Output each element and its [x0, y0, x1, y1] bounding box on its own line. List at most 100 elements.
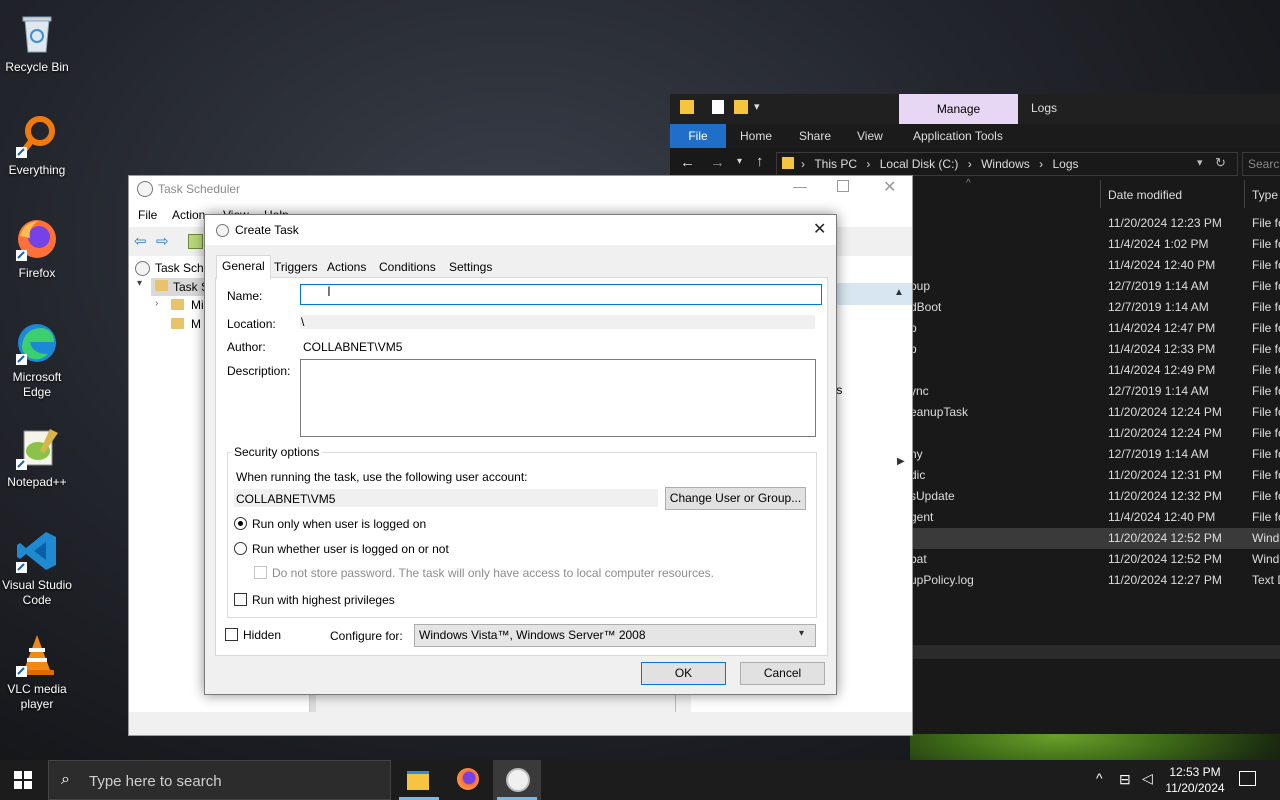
quick-access-dropdown-icon[interactable]: ▾: [754, 100, 760, 113]
hidden-label[interactable]: Hidden: [243, 628, 281, 642]
menu-application-tools[interactable]: Application Tools: [913, 125, 1003, 147]
minimize-button[interactable]: —: [793, 178, 807, 194]
file-type: File fo: [1252, 447, 1280, 461]
menu-view[interactable]: View: [857, 125, 883, 147]
show-hidden-icons-icon[interactable]: ^: [1096, 770, 1103, 786]
volume-icon[interactable]: ◁: [1142, 770, 1153, 787]
up-arrow-icon[interactable]: ↑: [756, 153, 764, 170]
close-button[interactable]: ✕: [883, 177, 896, 197]
radio-logged-on-label[interactable]: Run only when user is logged on: [252, 517, 426, 531]
recycle-bin-icon: [14, 10, 60, 56]
back-arrow-icon[interactable]: ⇦: [134, 232, 147, 250]
tree-item-root[interactable]: Task Sche: [155, 261, 210, 275]
tree-item-sub2[interactable]: M: [191, 317, 201, 331]
desktop-icon-vscode[interactable]: Visual Studio Code: [2, 528, 72, 608]
column-type[interactable]: Type: [1252, 188, 1278, 202]
address-bar[interactable]: › This PC › Local Disk (C:) › Windows › …: [776, 152, 1238, 176]
recent-dropdown-icon[interactable]: ▾: [737, 156, 742, 167]
desktop-icon-recycle-bin[interactable]: Recycle Bin: [2, 10, 72, 75]
tab-actions[interactable]: Actions: [322, 257, 371, 278]
cancel-button[interactable]: Cancel: [740, 662, 825, 685]
collapse-up-icon[interactable]: ▲: [894, 287, 904, 298]
file-type: File fo: [1252, 468, 1280, 482]
breadcrumb-item[interactable]: Windows: [981, 157, 1030, 171]
column-date-modified[interactable]: Date modified: [1108, 188, 1182, 202]
no-store-password-checkbox[interactable]: [254, 566, 267, 579]
start-button[interactable]: [14, 771, 32, 792]
taskbar-firefox[interactable]: [445, 760, 493, 800]
close-button[interactable]: ✕: [813, 219, 826, 239]
pane-splitter[interactable]: [310, 692, 316, 712]
tab-logs-title: Logs: [1031, 101, 1058, 115]
ok-button[interactable]: OK: [641, 662, 726, 685]
file-date: 11/20/2024 12:24 PM: [1108, 426, 1222, 440]
desktop-icon-vlc[interactable]: VLC media player: [2, 632, 72, 712]
author-label: Author:: [227, 340, 266, 354]
highest-privileges-checkbox[interactable]: [234, 593, 247, 606]
radio-whether-logged-on[interactable]: [234, 542, 247, 555]
menu-file[interactable]: File: [670, 124, 726, 148]
taskbar-task-scheduler[interactable]: [493, 760, 541, 800]
menu-home[interactable]: Home: [740, 125, 772, 147]
configure-for-select[interactable]: Windows Vista™, Windows Server™ 2008 ▾: [414, 624, 816, 647]
network-icon[interactable]: ⊟: [1119, 771, 1131, 788]
notifications-icon[interactable]: [1239, 771, 1256, 786]
search-box[interactable]: Search: [1242, 152, 1280, 176]
maximize-button[interactable]: [837, 180, 849, 192]
taskbar-clock[interactable]: 12:53 PM 11/20/2024: [1160, 764, 1230, 796]
taskbar-file-explorer[interactable]: [395, 760, 443, 800]
menu-share[interactable]: Share: [799, 125, 831, 147]
desktop-icon-everything[interactable]: Everything: [2, 113, 72, 178]
breadcrumb-item[interactable]: Logs: [1052, 157, 1078, 171]
file-date: 12/7/2019 1:14 AM: [1108, 300, 1209, 314]
file-date: 11/4/2024 12:40 PM: [1108, 510, 1216, 524]
firefox-icon: [457, 768, 479, 790]
radio-logged-on[interactable]: [234, 517, 247, 530]
desktop-icon-firefox[interactable]: Firefox: [2, 216, 72, 281]
desktop-icon-label: Notepad++: [7, 475, 67, 489]
forward-arrow-icon[interactable]: →: [710, 154, 725, 171]
properties-icon[interactable]: [712, 100, 724, 114]
clock-date: 11/20/2024: [1165, 781, 1225, 795]
menu-file[interactable]: File: [138, 208, 157, 222]
desktop-icon-notepadpp[interactable]: Notepad++: [2, 425, 72, 490]
name-input[interactable]: [300, 284, 822, 305]
breadcrumb-item[interactable]: This PC: [814, 157, 857, 171]
expand-chevron-icon[interactable]: ›: [155, 298, 158, 309]
expand-chevron-icon[interactable]: ▾: [137, 278, 142, 289]
refresh-icon[interactable]: ↻: [1215, 155, 1226, 171]
highest-privileges-label[interactable]: Run with highest privileges: [252, 593, 395, 607]
hidden-checkbox[interactable]: [225, 628, 238, 641]
tab-triggers[interactable]: Triggers: [269, 257, 323, 278]
taskbar-search[interactable]: ⌕ Type here to search: [48, 760, 391, 800]
radio-whether-logged-on-label[interactable]: Run whether user is logged on or not: [252, 542, 449, 556]
security-options-legend: Security options: [231, 445, 323, 459]
description-input[interactable]: [300, 359, 816, 437]
tree-item-sub1[interactable]: Mi: [191, 298, 204, 312]
menu-action[interactable]: Action: [172, 208, 205, 222]
file-date: 12/7/2019 1:14 AM: [1108, 279, 1209, 293]
file-name: upPolicy.log: [910, 573, 974, 587]
horizontal-scrollbar[interactable]: [910, 645, 1280, 659]
description-label: Description:: [227, 364, 291, 378]
new-folder-icon[interactable]: [734, 100, 748, 114]
tab-conditions[interactable]: Conditions: [374, 257, 441, 278]
tab-general[interactable]: General: [216, 255, 271, 279]
tab-manage[interactable]: Manage: [899, 94, 1018, 124]
submenu-arrow-icon[interactable]: ▶: [897, 456, 905, 467]
column-divider: [1100, 180, 1101, 208]
breadcrumb-item[interactable]: Local Disk (C:): [880, 157, 959, 171]
file-type: File fo: [1252, 384, 1280, 398]
file-type: Wind: [1252, 531, 1280, 545]
change-user-button[interactable]: Change User or Group...: [665, 487, 806, 510]
folder-icon: [171, 299, 184, 310]
folder-up-icon[interactable]: [188, 234, 203, 249]
breadcrumb: › This PC › Local Disk (C:) › Windows › …: [801, 153, 1085, 175]
desktop-icon-edge[interactable]: Microsoft Edge: [2, 320, 72, 400]
location-label: Location:: [227, 317, 276, 331]
back-arrow-icon[interactable]: ←: [680, 154, 695, 171]
clock-time: 12:53 PM: [1169, 765, 1221, 779]
address-dropdown-icon[interactable]: ▾: [1197, 156, 1203, 169]
forward-arrow-icon[interactable]: ⇨: [156, 232, 169, 250]
tab-settings[interactable]: Settings: [444, 257, 497, 278]
